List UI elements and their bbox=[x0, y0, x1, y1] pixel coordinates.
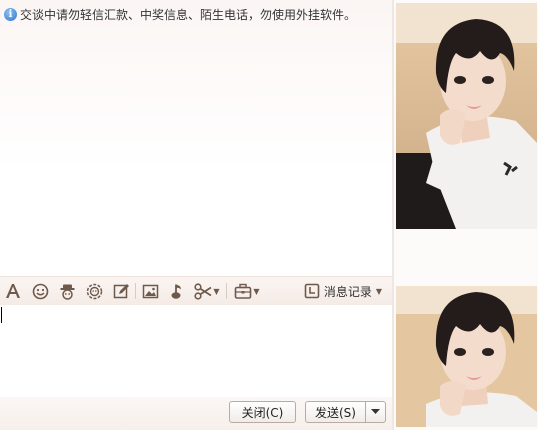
toolbar-separator bbox=[135, 283, 136, 299]
message-history-button[interactable]: 消息记录 ▼ bbox=[304, 281, 382, 301]
profile-sidebar bbox=[394, 0, 538, 430]
image-icon[interactable] bbox=[141, 281, 159, 301]
music-icon[interactable] bbox=[168, 281, 186, 301]
message-history-label: 消息记录 bbox=[323, 284, 372, 299]
magic-face-icon[interactable] bbox=[58, 281, 76, 301]
security-notice-text: 交谈中请勿轻信汇款、中奖信息、陌生电话，勿使用外挂软件。 bbox=[20, 7, 357, 22]
chevron-down-icon: ▼ bbox=[213, 286, 220, 296]
edit-icon[interactable] bbox=[112, 281, 130, 301]
send-options-button[interactable] bbox=[366, 401, 386, 423]
message-history[interactable] bbox=[0, 28, 392, 273]
toolbox-icon[interactable]: ▼ bbox=[232, 281, 262, 301]
chat-panel: i 交谈中请勿轻信汇款、中奖信息、陌生电话，勿使用外挂软件。 ▼ ▼ 消息记录 … bbox=[0, 0, 392, 430]
close-button[interactable]: 关闭(C) bbox=[229, 401, 296, 423]
self-photo bbox=[396, 286, 537, 427]
info-icon: i bbox=[4, 7, 17, 21]
chevron-down-icon: ▼ bbox=[253, 286, 260, 296]
scissors-icon[interactable]: ▼ bbox=[194, 281, 220, 301]
send-button[interactable]: 发送(S) bbox=[305, 401, 366, 423]
history-icon bbox=[304, 283, 320, 299]
emoji-icon[interactable] bbox=[31, 281, 49, 301]
chevron-down-icon: ▼ bbox=[375, 286, 382, 296]
shake-icon[interactable] bbox=[85, 281, 103, 301]
font-icon[interactable] bbox=[4, 281, 22, 301]
contact-photo bbox=[396, 3, 537, 229]
message-input[interactable] bbox=[0, 305, 392, 397]
security-notice: i 交谈中请勿轻信汇款、中奖信息、陌生电话，勿使用外挂软件。 bbox=[4, 5, 356, 23]
bottom-bar: 关闭(C) 发送(S) bbox=[0, 397, 392, 430]
chevron-down-icon bbox=[371, 409, 380, 414]
text-cursor bbox=[1, 307, 2, 323]
toolbar-separator bbox=[226, 283, 227, 299]
chat-toolbar: ▼ ▼ 消息记录 ▼ bbox=[0, 276, 392, 305]
